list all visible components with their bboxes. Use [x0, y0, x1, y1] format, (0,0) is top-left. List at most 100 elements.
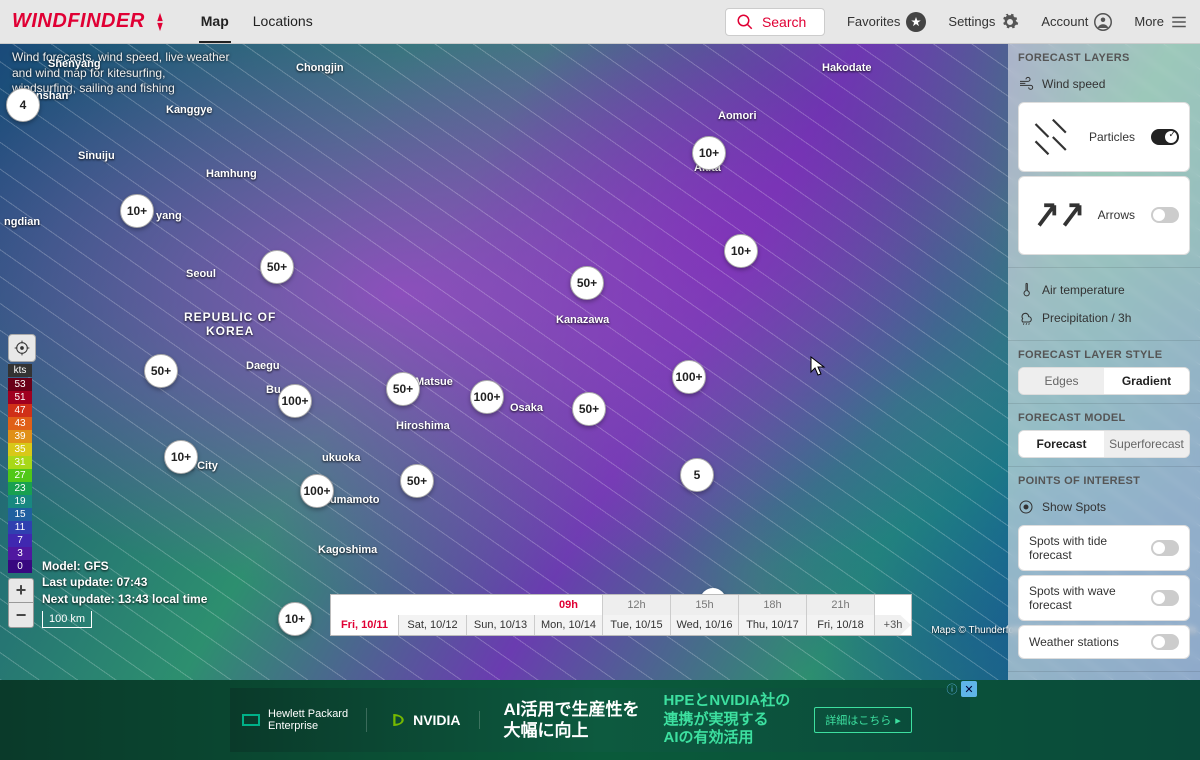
spot-cluster-marker[interactable]: 4 — [6, 88, 40, 122]
nvidia-icon — [391, 711, 409, 729]
toggle-tide-spots[interactable]: Spots with tide forecast — [1018, 525, 1190, 571]
timeline-date[interactable]: Wed, 10/16 — [671, 615, 739, 635]
scale-step: 3 — [8, 547, 32, 560]
spot-cluster-marker[interactable]: 10+ — [724, 234, 758, 268]
spot-cluster-marker[interactable]: 50+ — [570, 266, 604, 300]
city-label: Kanggye — [166, 104, 212, 116]
timeline-date[interactable]: Thu, 10/17 — [739, 615, 807, 635]
model-forecast[interactable]: Forecast — [1019, 431, 1104, 457]
city-label: ngdian — [4, 216, 40, 228]
toggle-weather-stations[interactable]: Weather stations — [1018, 625, 1190, 659]
spot-cluster-marker[interactable]: 50+ — [260, 250, 294, 284]
rain-icon — [1018, 310, 1034, 326]
city-label: Hiroshima — [396, 420, 450, 432]
toggle-particles[interactable]: Particles — [1018, 102, 1190, 172]
style-edges[interactable]: Edges — [1019, 368, 1104, 394]
city-label: Hamhung — [206, 168, 257, 180]
city-label: Osaka — [510, 402, 543, 414]
timeline-hour[interactable]: 12h — [603, 595, 671, 615]
particles-icon — [1029, 111, 1081, 163]
city-label: Kagoshima — [318, 544, 377, 556]
spot-cluster-marker[interactable]: 100+ — [278, 384, 312, 418]
ad-info-icon[interactable]: ⓘ — [944, 681, 960, 697]
scale-step: 43 — [8, 417, 32, 430]
city-label: Seoul — [186, 268, 216, 280]
spot-cluster-marker[interactable]: 100+ — [300, 474, 334, 508]
toggle-switch-icon — [1151, 207, 1179, 223]
forecast-model-title: FORECAST MODEL — [1018, 412, 1190, 424]
city-label: ukuoka — [322, 452, 361, 464]
primary-nav: Map Locations — [199, 1, 315, 43]
layer-wind-speed[interactable]: Wind speed — [1018, 70, 1190, 98]
spot-cluster-marker[interactable]: 10+ — [164, 440, 198, 474]
timeline-hour[interactable]: 18h — [739, 595, 807, 615]
timeline-date[interactable]: Sat, 10/12 — [399, 615, 467, 635]
city-label: Matsue — [415, 376, 453, 388]
model-superforecast[interactable]: Superforecast — [1104, 431, 1189, 457]
style-gradient[interactable]: Gradient — [1104, 368, 1189, 394]
zoom-control: + − — [8, 578, 34, 628]
spot-cluster-marker[interactable]: 50+ — [144, 354, 178, 388]
search-button[interactable]: Search — [725, 8, 825, 36]
spot-cluster-marker[interactable]: 100+ — [672, 360, 706, 394]
city-label: Daegu — [246, 360, 280, 372]
spot-cluster-marker[interactable]: 10+ — [278, 602, 312, 636]
timeline-hour[interactable]: 21h — [807, 595, 875, 615]
layers-panel[interactable]: FORECAST LAYERS Wind speed Particles Arr… — [1008, 44, 1200, 680]
toggle-arrows[interactable]: Arrows — [1018, 176, 1190, 255]
arrows-icon — [1029, 185, 1090, 246]
scale-step: 11 — [8, 521, 32, 534]
spot-cluster-marker[interactable]: 10+ — [120, 194, 154, 228]
city-label: Hakodate — [822, 62, 872, 74]
city-label: yang — [156, 210, 182, 222]
zoom-out-button[interactable]: − — [9, 603, 33, 627]
forecast-timeline: 09h12h15h18h21h Fri, 10/11Sat, 10/12Sun,… — [330, 594, 912, 636]
more-button[interactable]: More — [1134, 13, 1188, 31]
spot-cluster-marker[interactable]: 10+ — [692, 136, 726, 170]
ad-banner[interactable]: ⓘ ✕ Hewlett PackardEnterprise NVIDIA AI活… — [0, 680, 1200, 760]
scale-step: 53 — [8, 378, 32, 391]
layer-air-temperature[interactable]: Air temperature — [1018, 276, 1190, 304]
settings-button[interactable]: Settings — [948, 13, 1019, 31]
ad-close-button[interactable]: ✕ — [961, 681, 977, 697]
search-icon — [736, 13, 754, 31]
spot-cluster-marker[interactable]: 100+ — [470, 380, 504, 414]
zoom-in-button[interactable]: + — [9, 579, 33, 603]
favorites-button[interactable]: Favorites — [847, 12, 926, 32]
timeline-hour[interactable]: 15h — [671, 595, 739, 615]
timeline-step-forward[interactable]: +3h — [875, 615, 911, 635]
toggle-show-spots[interactable]: Show Spots — [1018, 493, 1190, 521]
timeline-date[interactable]: Mon, 10/14 — [535, 615, 603, 635]
timeline-date[interactable]: Sun, 10/13 — [467, 615, 535, 635]
scale-step: 31 — [8, 456, 32, 469]
nav-map[interactable]: Map — [199, 1, 231, 43]
spot-cluster-marker[interactable]: 50+ — [400, 464, 434, 498]
layer-precipitation[interactable]: Precipitation / 3h — [1018, 304, 1190, 332]
logo[interactable]: WINDFINDER — [12, 10, 171, 33]
layer-style-title: FORECAST LAYER STYLE — [1018, 349, 1190, 361]
thermometer-icon — [1018, 282, 1034, 298]
scale-step: 19 — [8, 495, 32, 508]
toggle-switch-icon — [1151, 129, 1179, 145]
nav-locations[interactable]: Locations — [251, 1, 315, 43]
ad-brand-hpe: Hewlett PackardEnterprise — [242, 708, 367, 732]
timeline-date[interactable]: Fri, 10/11 — [331, 615, 399, 635]
scale-unit: kts — [8, 364, 32, 377]
timeline-date[interactable]: Fri, 10/18 — [807, 615, 875, 635]
scale-step: 47 — [8, 404, 32, 417]
ad-cta-button[interactable]: 詳細はこちら ▸ — [814, 707, 912, 733]
city-label: Kanazawa — [556, 314, 609, 326]
locate-me-button[interactable] — [8, 334, 36, 362]
account-button[interactable]: Account — [1041, 13, 1112, 31]
spot-cluster-marker[interactable]: 50+ — [386, 372, 420, 406]
spot-cluster-marker[interactable]: 5 — [680, 458, 714, 492]
toggle-wave-spots[interactable]: Spots with wave forecast — [1018, 575, 1190, 621]
region-label: REPUBLIC OFKOREA — [184, 310, 276, 338]
logo-icon — [149, 11, 171, 33]
distance-scalebar: 100 km — [42, 611, 92, 628]
pin-icon — [1018, 499, 1034, 515]
spot-cluster-marker[interactable]: 50+ — [572, 392, 606, 426]
scale-step: 39 — [8, 430, 32, 443]
timeline-date[interactable]: Tue, 10/15 — [603, 615, 671, 635]
timeline-hour[interactable]: 09h — [535, 595, 603, 615]
